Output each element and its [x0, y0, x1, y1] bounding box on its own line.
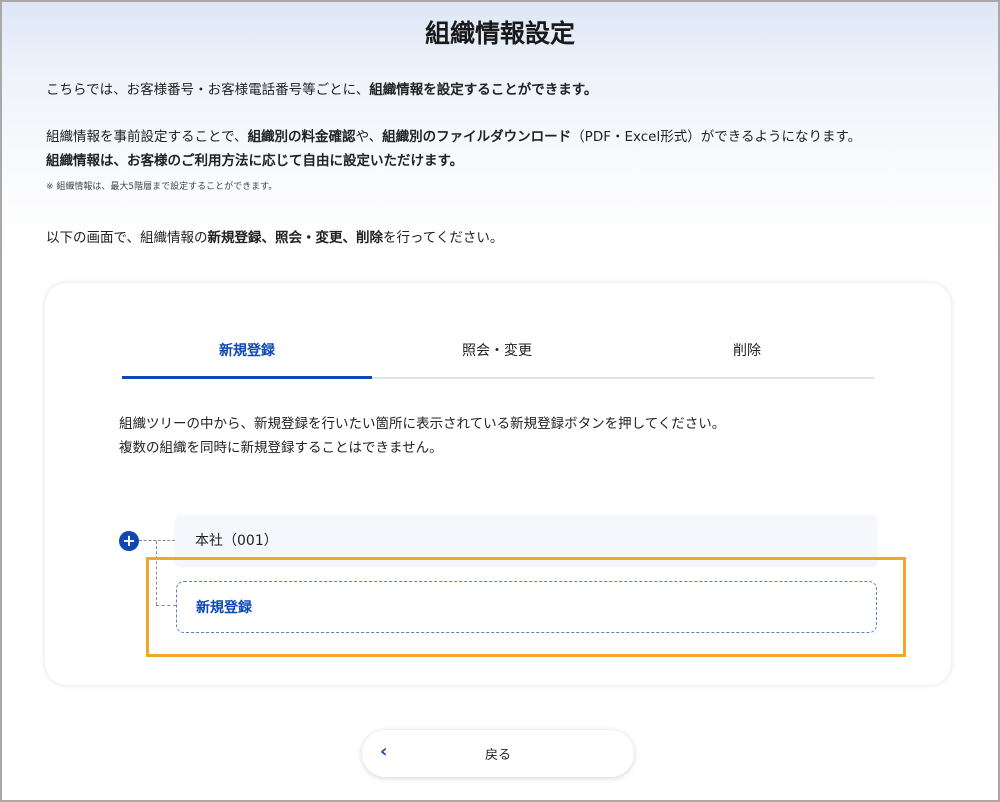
tree-node-label: 本社（001） [195, 533, 278, 549]
tab-view-edit[interactable]: 照会・変更 [372, 341, 622, 377]
intro-line-3: 組織情報は、お客様のご利用方法に応じて自由に設定いただけます。 [46, 153, 464, 169]
intro-line-2: 組織情報を事前設定することで、組織別の料金確認や、組織別のファイルダウンロード（… [46, 129, 862, 145]
settings-card: 新規登録 照会・変更 削除 組織ツリーの中から、新規登録を行いたい箇所に表示され… [45, 283, 951, 685]
tab-delete[interactable]: 削除 [622, 341, 872, 377]
intro-note: ※ 組織情報は、最大5階層まで設定することができます。 [46, 182, 278, 192]
intro-line-4: 以下の画面で、組織情報の新規登録、照会・変更、削除を行ってください。 [46, 230, 504, 246]
new-registration-button[interactable]: 新規登録 [176, 581, 877, 633]
back-button[interactable]: ‹ 戻る [362, 730, 634, 777]
page-title: 組織情報設定 [424, 19, 575, 48]
new-registration-label: 新規登録 [196, 600, 252, 616]
back-button-label: 戻る [484, 748, 511, 763]
tree-connector [139, 540, 175, 541]
tab-new-registration[interactable]: 新規登録 [122, 341, 372, 379]
description-line-2: 複数の組織を同時に新規登録することはできません。 [119, 440, 443, 456]
tree-connector [156, 605, 176, 606]
plus-icon[interactable]: + [119, 531, 139, 551]
tree-connector [156, 541, 157, 605]
description-line-1: 組織ツリーの中から、新規登録を行いたい箇所に表示されている新規登録ボタンを押して… [119, 416, 726, 432]
intro-line-1: こちらでは、お客様番号・お客様電話番号等ごとに、組織情報を設定することができます… [46, 82, 598, 98]
tab-bar: 新規登録 照会・変更 削除 [122, 341, 874, 379]
tree-node-head-office[interactable]: 本社（001） [175, 515, 877, 566]
